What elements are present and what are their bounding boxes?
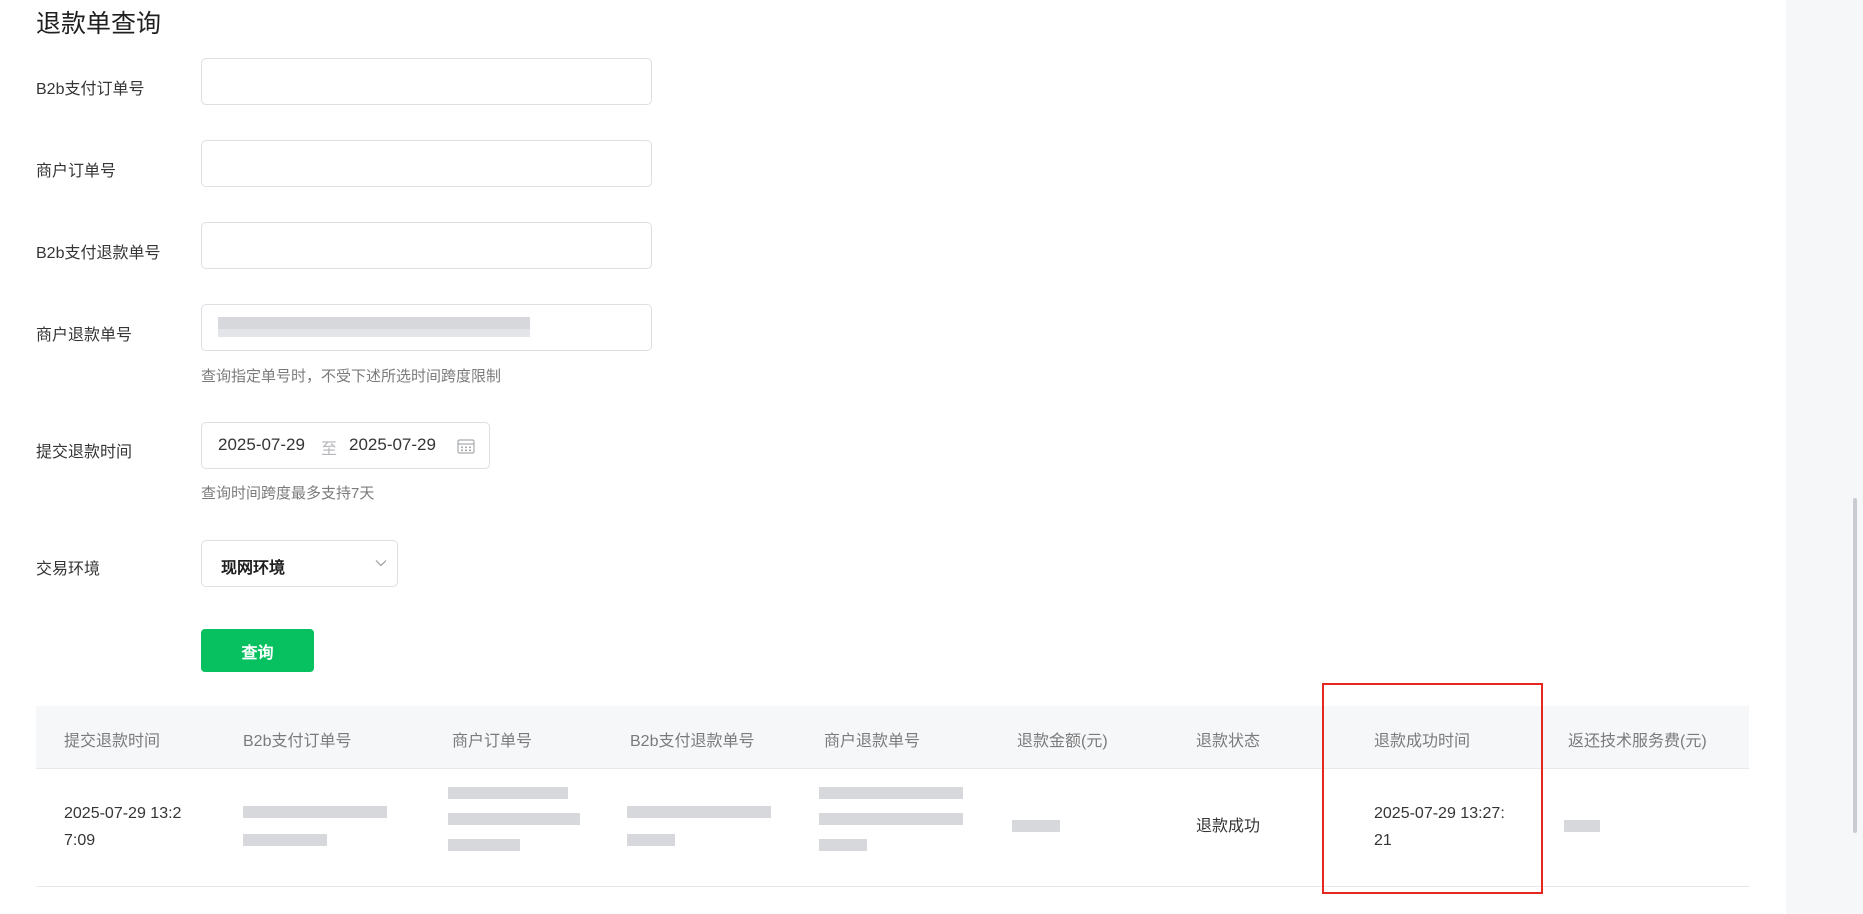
merchant-refund-hint: 查询指定单号时，不受下述所选时间跨度限制 xyxy=(201,368,502,385)
env-select[interactable]: 现网环境 xyxy=(201,540,398,587)
column-header: B2b支付退款单号 xyxy=(630,733,755,750)
redacted-text xyxy=(218,329,530,337)
refund-time-label: 提交退款时间 xyxy=(36,444,133,461)
env-select-value: 现网环境 xyxy=(221,560,286,577)
redacted-text xyxy=(819,813,963,825)
query-button[interactable]: 查询 xyxy=(201,629,314,672)
redacted-text xyxy=(243,806,387,818)
b2b-order-label: B2b支付订单号 xyxy=(36,81,145,98)
date-separator: 至 xyxy=(321,441,338,458)
highlight-annotation xyxy=(1322,683,1543,894)
redacted-text xyxy=(819,839,867,851)
date-start[interactable]: 2025-07-29 xyxy=(218,435,305,455)
redacted-text xyxy=(1012,820,1060,832)
date-range-picker[interactable]: 2025-07-29 至 2025-07-29 xyxy=(201,422,490,469)
b2b-refund-label: B2b支付退款单号 xyxy=(36,245,161,262)
merchant-order-input[interactable] xyxy=(201,140,652,187)
merchant-refund-input[interactable] xyxy=(201,304,652,351)
column-header: 提交退款时间 xyxy=(64,733,161,750)
main-panel: 退款单查询 B2b支付订单号 商户订单号 B2b支付退款单号 商户退款单号 查询… xyxy=(0,0,1786,914)
redacted-text xyxy=(627,834,675,846)
merchant-order-label: 商户订单号 xyxy=(36,163,117,180)
column-header: 退款金额(元) xyxy=(1017,733,1108,750)
column-header: 退款状态 xyxy=(1196,733,1261,750)
scrollbar-thumb[interactable] xyxy=(1853,498,1857,833)
cell-submit-time: 2025-07-29 13:2 7:09 xyxy=(64,800,181,854)
redacted-text xyxy=(218,317,530,329)
chevron-down-icon xyxy=(375,560,387,567)
right-gutter xyxy=(1786,0,1863,914)
redacted-text xyxy=(819,787,963,799)
redacted-text xyxy=(1564,820,1600,832)
submit-time-line: 2025-07-29 13:2 xyxy=(64,805,182,822)
page-title: 退款单查询 xyxy=(36,10,162,38)
redacted-text xyxy=(448,787,568,799)
b2b-refund-input[interactable] xyxy=(201,222,652,269)
env-label: 交易环境 xyxy=(36,561,101,578)
date-hint: 查询时间跨度最多支持7天 xyxy=(201,485,375,502)
date-end[interactable]: 2025-07-29 xyxy=(349,435,436,455)
redacted-text xyxy=(448,813,580,825)
merchant-refund-label: 商户退款单号 xyxy=(36,327,133,344)
calendar-icon[interactable] xyxy=(457,438,475,454)
column-header: 商户退款单号 xyxy=(824,733,921,750)
redacted-text xyxy=(243,834,327,846)
submit-time-line: 7:09 xyxy=(64,832,96,849)
column-header: B2b支付订单号 xyxy=(243,733,352,750)
b2b-order-input[interactable] xyxy=(201,58,652,105)
column-header: 商户订单号 xyxy=(452,733,533,750)
cell-refund-status: 退款成功 xyxy=(1196,818,1261,835)
redacted-text xyxy=(448,839,520,851)
redacted-text xyxy=(627,806,771,818)
column-header: 返还技术服务费(元) xyxy=(1568,733,1707,750)
